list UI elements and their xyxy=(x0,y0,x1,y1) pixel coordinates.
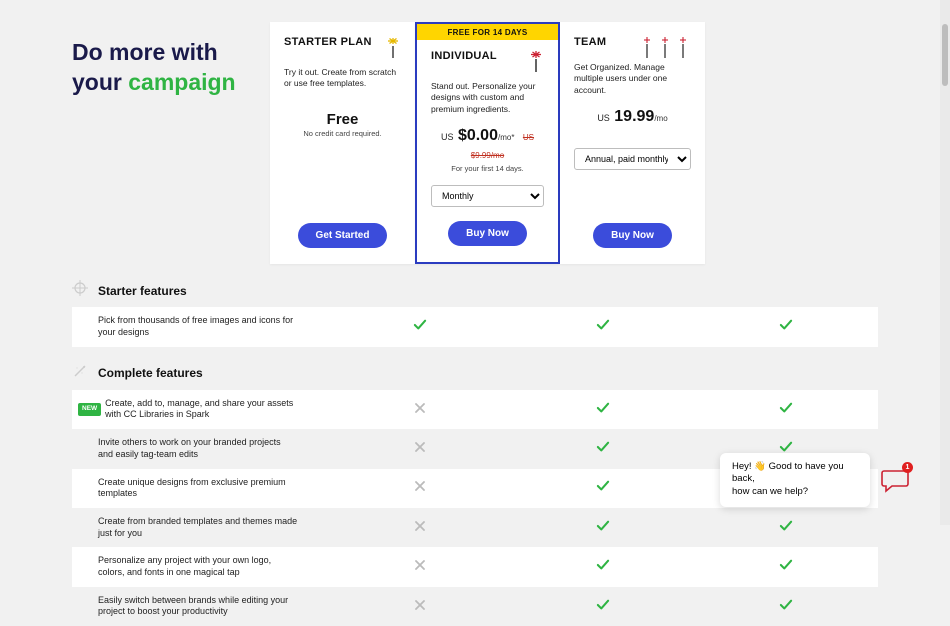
feature-label: Easily switch between brands while editi… xyxy=(98,595,298,618)
section-head-starter: Starter features xyxy=(72,280,878,301)
buy-now-button-individual[interactable]: Buy Now xyxy=(448,221,527,246)
plan-starter-desc: Try it out. Create from scratch or use f… xyxy=(284,67,401,93)
plan-individual-price: US $0.00/mo* US $9.99/mo xyxy=(431,127,544,163)
check-icon xyxy=(596,603,610,613)
feature-cell-individual xyxy=(511,319,694,335)
billing-period-select-team[interactable]: Annual, paid monthly xyxy=(574,148,691,170)
check-icon xyxy=(596,563,610,573)
wand-icon xyxy=(72,363,88,384)
plan-starter: STARTER PLAN Try it out. Create from scr… xyxy=(270,22,415,264)
section-title-starter: Starter features xyxy=(98,284,187,298)
feature-row: Pick from thousands of free images and i… xyxy=(72,307,878,346)
plan-cards: STARTER PLAN Try it out. Create from scr… xyxy=(270,22,878,264)
chat-launcher-icon[interactable]: 1 xyxy=(880,465,910,495)
chat-message[interactable]: Hey! 👋 Good to have you back, how can we… xyxy=(720,453,870,507)
feature-cell-team xyxy=(695,599,878,615)
feature-cell-team xyxy=(695,520,878,536)
plan-team-desc: Get Organized. Manage multiple users und… xyxy=(574,62,691,96)
check-icon xyxy=(596,524,610,534)
plan-individual-desc: Stand out. Personalize your designs with… xyxy=(431,81,544,115)
feature-label: Create unique designs from exclusive pre… xyxy=(98,477,298,500)
crosshair-icon xyxy=(72,280,88,301)
check-icon xyxy=(779,563,793,573)
feature-label: Pick from thousands of free images and i… xyxy=(98,315,298,338)
buy-now-button-team[interactable]: Buy Now xyxy=(593,223,672,248)
check-icon xyxy=(596,406,610,416)
plan-starter-title: STARTER PLAN xyxy=(284,36,372,48)
feature-cell-starter xyxy=(328,442,511,456)
feature-label: Create, add to, manage, and share your a… xyxy=(105,398,298,421)
check-icon xyxy=(596,323,610,333)
plan-individual-fine: For your first 14 days. xyxy=(431,164,544,173)
feature-row: NEW Create, add to, manage, and share you… xyxy=(72,390,878,429)
free-trial-badge: FREE FOR 14 DAYS xyxy=(417,24,558,40)
plan-team: TEAM Get Organized. Manage multiple user… xyxy=(560,22,705,264)
fireworks-multi-icon xyxy=(639,36,691,58)
cross-icon xyxy=(415,523,425,533)
headline-line2a: your xyxy=(72,69,128,95)
plan-team-price: US 19.99/mo xyxy=(574,108,691,126)
new-badge: NEW xyxy=(78,403,101,415)
plan-individual-title: INDIVIDUAL xyxy=(431,50,497,62)
cross-icon xyxy=(415,444,425,454)
plan-starter-price: Free xyxy=(284,111,401,128)
headline-accent: campaign xyxy=(128,69,235,95)
scrollbar[interactable] xyxy=(940,0,950,525)
feature-row: Personalize any project with your own lo… xyxy=(72,547,878,586)
feature-label: Personalize any project with your own lo… xyxy=(98,555,298,578)
cross-icon xyxy=(415,562,425,572)
check-icon xyxy=(413,323,427,333)
billing-period-select-individual[interactable]: Monthly xyxy=(431,185,544,207)
get-started-button[interactable]: Get Started xyxy=(298,223,388,248)
feature-row: Easily switch between brands while editi… xyxy=(72,587,878,626)
feature-cell-starter xyxy=(328,403,511,417)
firework-icon xyxy=(528,50,544,77)
feature-row: Create from branded templates and themes… xyxy=(72,508,878,547)
sparkler-icon xyxy=(385,36,401,63)
feature-cell-team xyxy=(695,319,878,335)
check-icon xyxy=(779,524,793,534)
feature-cell-individual xyxy=(511,520,694,536)
feature-cell-individual xyxy=(511,480,694,496)
plan-individual: FREE FOR 14 DAYS INDIVIDUAL Stand out. P… xyxy=(415,22,560,264)
feature-cell-starter xyxy=(328,521,511,535)
headline-line1: Do more with xyxy=(72,39,218,65)
feature-label: Invite others to work on your branded pr… xyxy=(98,437,298,460)
feature-label: Create from branded templates and themes… xyxy=(98,516,298,539)
check-icon xyxy=(779,323,793,333)
feature-cell-team xyxy=(695,402,878,418)
headline: Do more with your campaign xyxy=(72,22,270,98)
feature-cell-individual xyxy=(511,559,694,575)
feature-cell-starter xyxy=(328,600,511,614)
check-icon xyxy=(596,445,610,455)
chat-widget: Hey! 👋 Good to have you back, how can we… xyxy=(720,453,910,507)
scrollbar-thumb[interactable] xyxy=(942,24,948,86)
feature-cell-starter xyxy=(328,560,511,574)
check-icon xyxy=(779,603,793,613)
feature-cell-team xyxy=(695,559,878,575)
plan-team-title: TEAM xyxy=(574,36,606,48)
feature-cell-individual xyxy=(511,441,694,457)
cross-icon xyxy=(415,483,425,493)
feature-cell-starter xyxy=(328,319,511,335)
check-icon xyxy=(596,484,610,494)
check-icon xyxy=(779,406,793,416)
cross-icon xyxy=(415,405,425,415)
chat-unread-badge: 1 xyxy=(902,462,913,473)
plan-starter-fine: No credit card required. xyxy=(284,129,401,138)
section-head-complete: Complete features xyxy=(72,363,878,384)
cross-icon xyxy=(415,602,425,612)
feature-cell-starter xyxy=(328,481,511,495)
feature-cell-individual xyxy=(511,599,694,615)
feature-cell-individual xyxy=(511,402,694,418)
section-title-complete: Complete features xyxy=(98,366,203,380)
